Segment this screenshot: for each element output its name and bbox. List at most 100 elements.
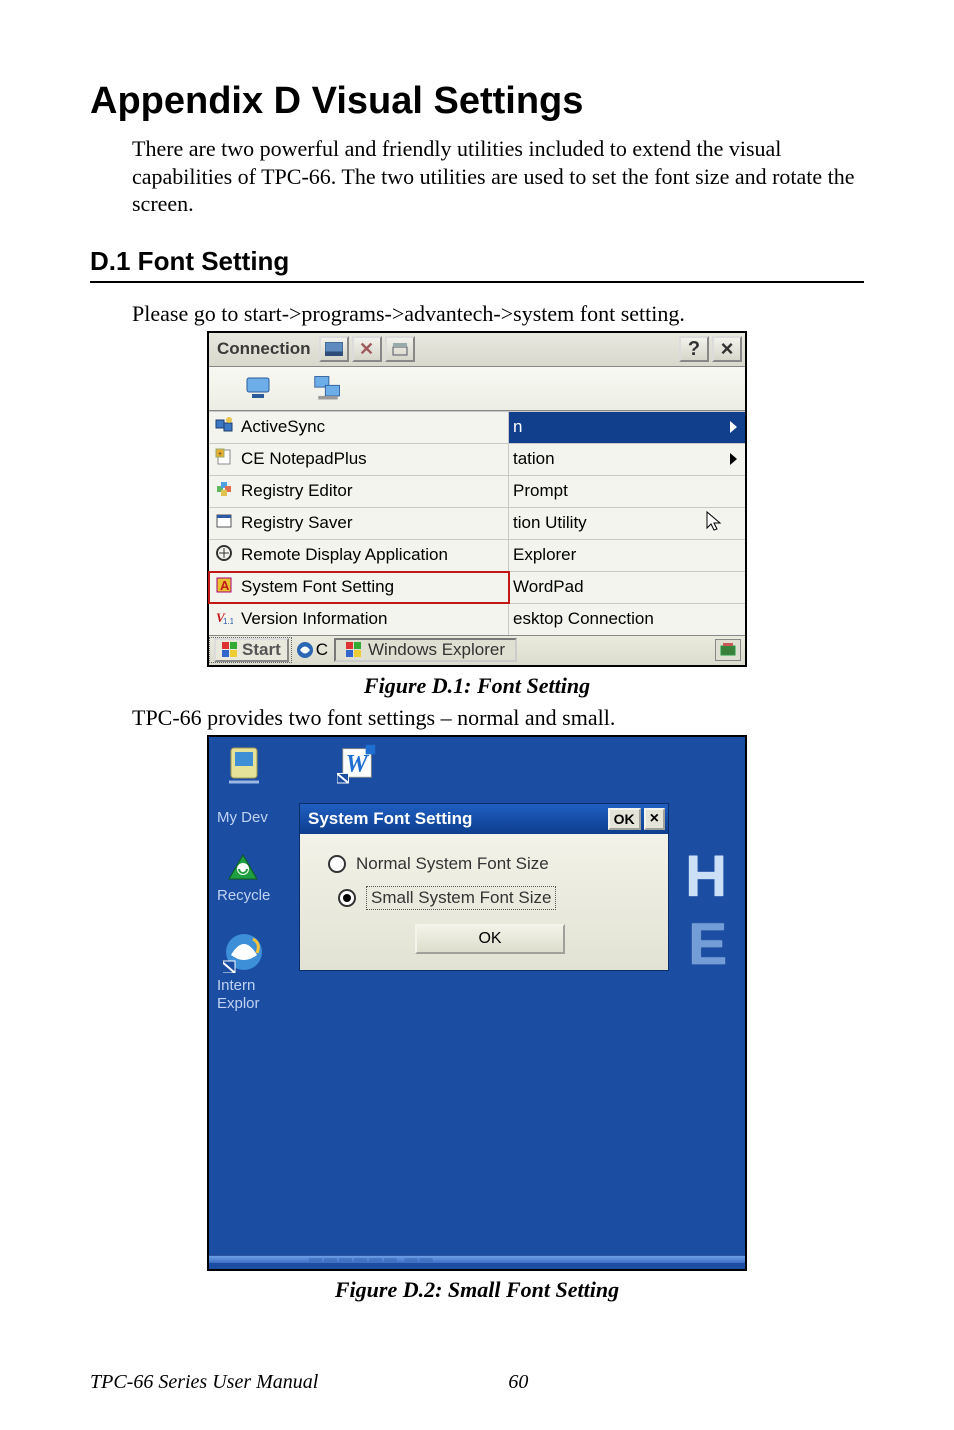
ok-button[interactable]: OK [415,924,565,954]
menu-item-label: Version Information [241,609,387,629]
desktop-icon-recycle[interactable] [223,851,263,892]
menu-item-right[interactable]: tion Utility [509,508,745,539]
after-caption-text: TPC-66 provides two font settings – norm… [132,705,864,731]
desktop-icon-wordpad[interactable]: W [337,741,379,785]
menu-item-left[interactable]: Registry Editor [209,476,509,507]
figure-2-caption: Figure D.2: Small Font Setting [90,1277,864,1303]
radio-normal-label: Normal System Font Size [356,854,549,874]
close-button[interactable]: × [712,336,742,362]
watermark-E: E [688,911,727,978]
taskbar-app-button[interactable]: Windows Explorer [334,638,517,662]
mouse-cursor-icon [705,510,725,539]
figure-1-caption: Figure D.1: Font Setting [90,673,864,699]
menu-row-2: Registry Editor Prompt [209,475,745,507]
screenshot-font-dialog: W My Dev System Font Setting OK × [207,735,747,1271]
desktop-taskbar-strip [209,1255,745,1263]
toolbar-config-icon[interactable] [385,336,415,362]
menu-row-0: ActiveSync n [209,411,745,443]
menu-row-5: A System Font Setting WordPad [209,571,745,603]
menu-item-left[interactable]: Remote Display Application [209,540,509,571]
dialog-close-button[interactable]: × [644,808,665,830]
menu-item-left[interactable]: A System Font Setting [209,572,509,603]
menu-row-1: + CE NotepadPlus tation [209,443,745,475]
taskbar: Start C Windows Explorer [209,635,745,665]
radio-small-font[interactable]: Small System Font Size [338,886,652,910]
tray-icon[interactable] [715,639,741,661]
menu-item-right-label: WordPad [513,577,584,597]
menu-item-right-label: tation [513,449,555,469]
menu-row-4: Remote Display Application Explorer [209,539,745,571]
menu-item-label: CE NotepadPlus [241,449,367,469]
taskbar-app-label: Windows Explorer [368,640,505,660]
desktop-icon-mydevice[interactable] [223,743,265,787]
toolbar-keyboard-icon[interactable] [319,336,349,362]
menu-item-label: Registry Saver [241,513,352,533]
footer-page-number: 60 [508,1371,528,1394]
menu-item-right[interactable]: Explorer [509,540,745,571]
dialog-title: System Font Setting [308,809,472,829]
menu-item-right-label: n [513,417,522,437]
menu-item-right[interactable]: Prompt [509,476,745,507]
desktop-label-recycle: Recycle [217,887,270,904]
window-toolbar [209,367,745,411]
svg-text:+: + [218,451,222,458]
dialog-titlebar: System Font Setting OK × [300,804,668,834]
submenu-arrow-icon [730,421,737,433]
svg-text:W: W [346,750,370,777]
radio-small-label: Small System Font Size [366,886,556,910]
radio-normal-font[interactable]: Normal System Font Size [328,854,652,874]
menu-item-label: Remote Display Application [241,545,448,565]
menu-item-icon [215,417,233,438]
page-footer: TPC-66 Series User Manual 60 [90,1371,864,1394]
intro-paragraph: There are two powerful and friendly util… [132,135,864,218]
quicklaunch-label: C [316,640,328,660]
help-button[interactable]: ? [679,336,709,362]
radio-icon [328,855,346,873]
network-computers-icon[interactable] [313,373,343,403]
quicklaunch-item[interactable]: C [296,640,328,660]
screenshot-start-menu: Connection ✕ ? × [207,331,747,667]
menu-item-icon [215,480,233,503]
window-title: Connection [209,339,319,359]
start-button[interactable]: Start [214,638,289,662]
menu-item-left[interactable]: Registry Saver [209,508,509,539]
menu-item-right-label: Prompt [513,481,568,501]
menu-item-right[interactable]: esktop Connection [509,604,745,635]
menu-item-left[interactable]: V1.1Version Information [209,604,509,635]
desktop-label-mydev: My Dev [217,809,268,826]
menu-item-right[interactable]: WordPad [509,572,745,603]
menu-item-icon: + [215,448,233,471]
window-titlebar: Connection ✕ ? × [209,333,745,367]
dialog-body: Normal System Font Size Small System Fon… [300,834,668,970]
menu-item-label: System Font Setting [241,577,394,597]
menu-item-right-label: Explorer [513,545,576,565]
watermark-H: H [685,843,727,910]
footer-manual-name: TPC-66 Series User Manual [90,1371,318,1394]
network-drive-icon[interactable] [243,373,273,403]
menu-item-right[interactable]: tation [509,444,745,475]
menu-item-right-label: esktop Connection [513,609,654,629]
desktop-label-intern: Intern [217,977,255,994]
svg-text:A: A [220,578,230,593]
menu-row-3: Registry Saver tion Utility [209,507,745,539]
menu-item-left[interactable]: ActiveSync [209,412,509,443]
menu-item-right[interactable]: n [509,412,745,443]
menu-item-icon [215,544,233,567]
menu-item-right-label: tion Utility [513,513,587,533]
radio-icon-selected [338,889,356,907]
instruction-text: Please go to start->programs->advantech-… [132,301,864,327]
appendix-title: Appendix D Visual Settings [90,80,864,123]
menu-row-6: V1.1Version Informationesktop Connection [209,603,745,635]
menu-item-label: ActiveSync [241,417,325,437]
submenu-arrow-icon [730,453,737,465]
section-heading: D.1 Font Setting [90,246,864,283]
desktop-label-explor: Explor [217,995,260,1012]
start-label: Start [242,640,281,660]
desktop-icon-ie[interactable] [223,931,265,978]
menu-item-left[interactable]: + CE NotepadPlus [209,444,509,475]
menu-item-icon: A [215,576,233,599]
toolbar-close-icon[interactable]: ✕ [352,336,382,362]
blurred-text: ▬▬▬▬▬▬ ▬▬ [309,1250,435,1265]
dialog-ok-button[interactable]: OK [608,808,641,830]
svg-text:1.1: 1.1 [223,617,233,626]
